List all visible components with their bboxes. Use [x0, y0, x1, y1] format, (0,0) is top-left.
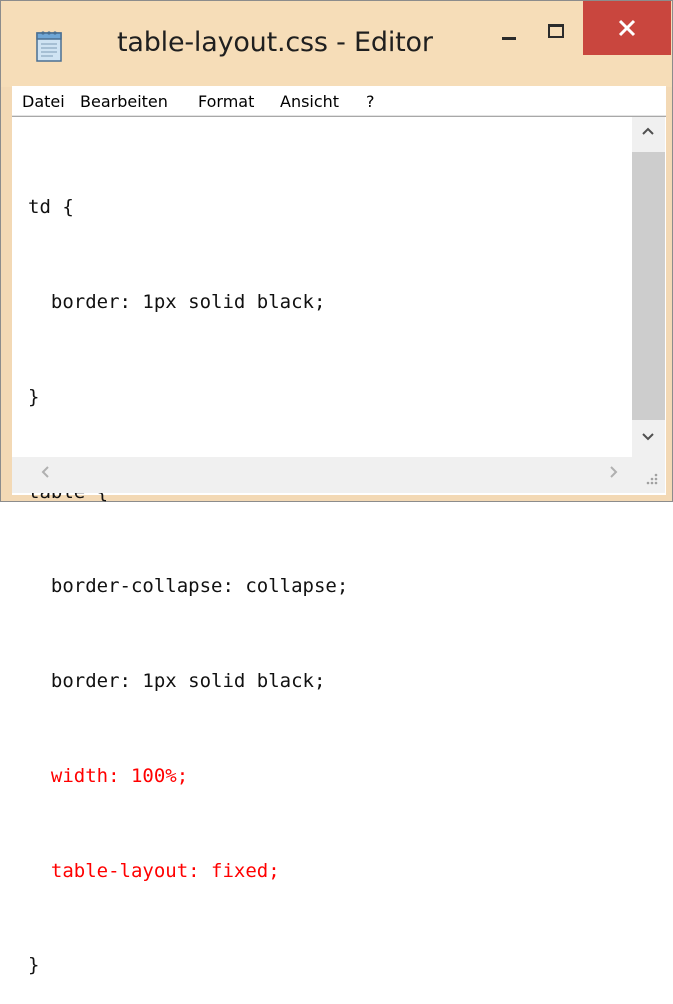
code-line: border: 1px solid black;	[28, 290, 326, 313]
code-line-highlighted: width: 100%;	[28, 764, 189, 787]
menu-item-datei[interactable]: Datei	[22, 92, 65, 111]
code-line: }	[28, 954, 40, 977]
menu-item-ansicht[interactable]: Ansicht	[280, 92, 339, 111]
code-line: border-collapse: collapse;	[28, 575, 349, 598]
close-icon	[618, 19, 636, 37]
title-bar[interactable]: table-layout.css - Editor	[1, 1, 672, 87]
code-line: td {	[28, 196, 74, 219]
window-title: table-layout.css - Editor	[117, 27, 433, 58]
chevron-down-icon[interactable]	[641, 432, 655, 442]
code-content[interactable]: td { border: 1px solid black; } table { …	[28, 129, 628, 1004]
code-line: }	[28, 385, 40, 408]
chevron-up-icon[interactable]	[641, 126, 655, 136]
code-line-highlighted: table-layout: fixed;	[28, 859, 280, 882]
close-button[interactable]	[583, 1, 671, 55]
menu-item-bearbeiten[interactable]: Bearbeiten	[80, 92, 168, 111]
notepad-icon[interactable]	[35, 29, 65, 63]
chevron-right-icon[interactable]	[609, 465, 619, 479]
chevron-left-icon[interactable]	[40, 465, 50, 479]
maximize-button[interactable]	[533, 11, 581, 51]
resize-grip-icon[interactable]	[645, 472, 659, 486]
code-line: border: 1px solid black;	[28, 670, 326, 693]
minimize-button[interactable]	[485, 11, 533, 51]
horizontal-scrollbar[interactable]	[12, 457, 632, 493]
vertical-scroll-thumb[interactable]	[632, 152, 665, 420]
menu-item-format[interactable]: Format	[198, 92, 254, 111]
menu-item-help[interactable]: ?	[366, 92, 375, 111]
menu-bar: Datei Bearbeiten Format Ansicht ?	[12, 86, 666, 116]
